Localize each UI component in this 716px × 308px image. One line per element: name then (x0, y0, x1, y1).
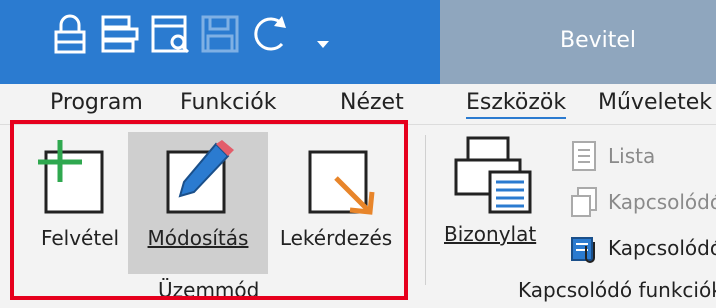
tab-eszkozok[interactable]: Eszközök (466, 90, 567, 119)
linked-documents-icon (571, 187, 597, 217)
attached-documents-icon (571, 237, 595, 263)
group-separator (425, 135, 426, 285)
bizonylat-button[interactable]: Bizonylat (438, 132, 550, 272)
lista-label: Lista (608, 144, 656, 168)
mode-group-highlight (10, 120, 408, 300)
kapcsolodo-label-2: Kapcsolódó (608, 236, 716, 260)
kapcsolodo-label-1: Kapcsolódó (608, 190, 716, 214)
bizonylat-label: Bizonylat (444, 222, 537, 246)
tab-program[interactable]: Program (50, 90, 143, 115)
printer-document-icon (454, 136, 532, 214)
document-lines-icon (572, 141, 596, 171)
ribbon-tabs: Program Funkciók Nézet Eszközök Művelete… (0, 84, 716, 125)
tab-funkciok[interactable]: Funkciók (180, 90, 277, 115)
context-tab-label: Bevitel (560, 28, 637, 53)
preview-icon[interactable] (150, 14, 190, 54)
list-icon[interactable] (100, 14, 140, 54)
tab-muveletek[interactable]: Műveletek (598, 90, 712, 115)
title-bar: Bevitel (0, 0, 716, 84)
tab-nezet[interactable]: Nézet (340, 90, 404, 115)
refresh-icon[interactable] (250, 14, 290, 54)
dropdown-icon[interactable] (316, 40, 330, 50)
lock-icon[interactable] (52, 14, 88, 54)
context-tab-bevitel[interactable]: Bevitel (440, 0, 716, 84)
save-icon[interactable] (200, 14, 240, 54)
related-group-label: Kapcsolódó funkciók (518, 278, 716, 302)
